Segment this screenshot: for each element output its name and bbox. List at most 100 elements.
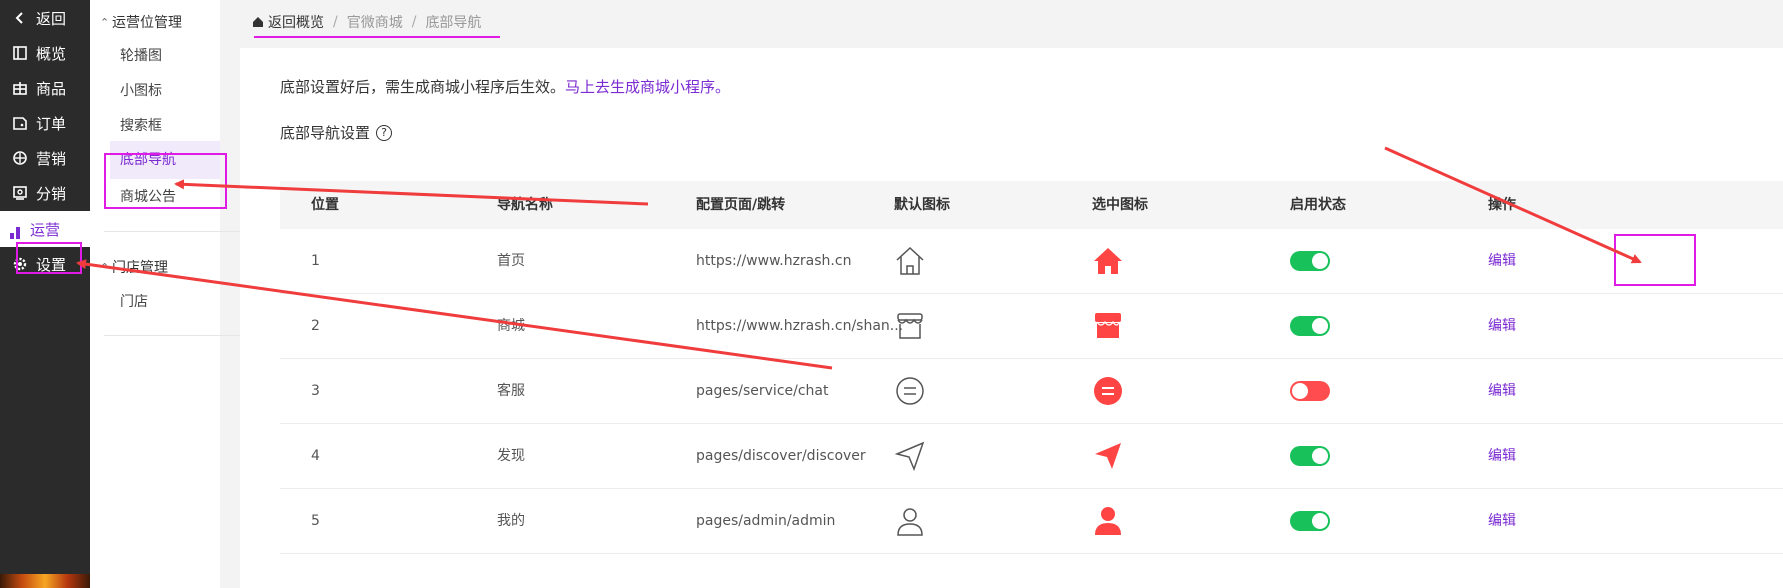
cell-position: 4 [311, 448, 320, 464]
submenu-item-small-icon[interactable]: 小图标 [120, 80, 162, 100]
sidebar-item-label: 分销 [36, 184, 67, 203]
section-title-label: 底部导航设置 [280, 124, 371, 142]
cell-page: pages/discover/discover [696, 448, 866, 464]
main-card: 底部设置好后，需生成商城小程序后生效。马上去生成商城小程序。 底部导航设置 ? … [240, 48, 1783, 588]
submenu-group-store[interactable]: ⌃ 门店管理 [100, 257, 168, 277]
edit-link-label[interactable]: 编辑 [1488, 383, 1516, 399]
table-row: 4 发现 pages/discover/discover 编辑 [280, 424, 1783, 489]
distribution-icon [12, 185, 28, 201]
edit-link-label[interactable]: 编辑 [1488, 513, 1516, 529]
submenu-item-search-box[interactable]: 搜索框 [120, 115, 162, 135]
sidebar-item-distribution[interactable]: 分销 [0, 175, 90, 211]
col-action: 操作 [1488, 197, 1516, 213]
cell-position: 2 [311, 318, 320, 334]
annotation-box-bottom-nav [104, 153, 227, 209]
sidebar-item-label: 运营 [30, 220, 61, 239]
submenu-item-store[interactable]: 门店 [120, 291, 148, 311]
marketing-icon [12, 150, 28, 166]
annotation-underline [254, 36, 500, 38]
cell-page: https://www.hzrash.cn/shan... [696, 318, 904, 334]
table-row: 5 我的 pages/admin/admin 编辑 [280, 489, 1783, 554]
section-title: 底部导航设置 ? [280, 122, 393, 143]
breadcrumb: 返回概览 / 官微商城 / 底部导航 [252, 12, 481, 32]
order-icon [12, 115, 28, 131]
cell-position: 3 [311, 383, 320, 399]
send-icon [894, 440, 926, 476]
edit-link[interactable]: 编辑 [1488, 294, 1516, 358]
submenu-group-label: 门店管理 [112, 260, 168, 276]
enable-toggle[interactable] [1290, 381, 1330, 401]
shop-icon [894, 310, 926, 346]
edit-link[interactable]: 编辑 [1488, 359, 1516, 423]
edit-link[interactable]: 编辑 [1488, 424, 1516, 488]
decorative-banner [0, 574, 90, 588]
cell-page: pages/admin/admin [696, 513, 836, 529]
annotation-box-operation [16, 242, 82, 274]
cell-name: 首页 [497, 253, 525, 269]
sidebar-item-label: 订单 [36, 114, 67, 133]
breadcrumb-item: 底部导航 [425, 15, 482, 31]
toggle-knob [1292, 383, 1308, 399]
chat-icon [894, 375, 926, 411]
breadcrumb-home-label: 返回概览 [268, 15, 324, 31]
sidebar-item-overview[interactable]: 概览 [0, 35, 90, 71]
operation-icon [10, 233, 14, 239]
sidebar-item-label: 营销 [36, 149, 67, 168]
cell-page: pages/service/chat [696, 383, 829, 399]
home-icon-selected [1092, 245, 1124, 281]
chat-icon-selected [1092, 375, 1124, 411]
breadcrumb-home[interactable]: 返回概览 [252, 12, 324, 32]
chevron-up-icon: ⌃ [100, 15, 110, 29]
cell-page: https://www.hzrash.cn [696, 253, 852, 269]
help-icon[interactable]: ? [376, 124, 393, 141]
edit-link[interactable]: 编辑 [1488, 229, 1516, 293]
sidebar-item-back[interactable]: 返回 [0, 0, 90, 36]
breadcrumb-item[interactable]: 官微商城 [347, 12, 403, 32]
cell-name: 商城 [497, 318, 525, 334]
breadcrumb-separator: / [333, 14, 338, 30]
toggle-knob [1312, 318, 1328, 334]
sidebar-item-goods[interactable]: 商品 [0, 70, 90, 106]
chevron-up-icon: ⌃ [100, 260, 110, 274]
toggle-knob [1312, 448, 1328, 464]
enable-toggle[interactable] [1290, 511, 1330, 531]
col-nav-name: 导航名称 [497, 197, 553, 213]
notice-message: 底部设置好后，需生成商城小程序后生效。 [280, 78, 566, 96]
main-sidebar: 返回 概览 商品 订单 营销 分销 运营 设置 [0, 0, 90, 588]
shop-icon-selected [1092, 310, 1124, 346]
table-row: 3 客服 pages/service/chat 编辑 [280, 359, 1783, 424]
table-row: 2 商城 https://www.hzrash.cn/shan... 编辑 [280, 294, 1783, 359]
table-header: 位置 导航名称 配置页面/跳转 默认图标 选中图标 启用状态 操作 [280, 181, 1783, 229]
edit-link[interactable]: 编辑 [1488, 489, 1516, 553]
send-icon-selected [1092, 440, 1124, 476]
enable-toggle[interactable] [1290, 316, 1330, 336]
user-icon-selected [1092, 505, 1124, 541]
generate-miniprogram-link[interactable]: 马上去生成商城小程序。 [565, 78, 730, 96]
breadcrumb-separator: / [411, 14, 417, 30]
enable-toggle[interactable] [1290, 251, 1330, 271]
cell-position: 1 [311, 253, 320, 269]
goods-icon [12, 80, 28, 96]
col-position: 位置 [311, 197, 339, 213]
edit-link-label[interactable]: 编辑 [1488, 318, 1516, 334]
submenu-item-carousel[interactable]: 轮播图 [120, 45, 162, 65]
cell-position: 5 [311, 513, 320, 529]
sidebar-item-marketing[interactable]: 营销 [0, 140, 90, 176]
home-icon [894, 245, 926, 281]
edit-link-label[interactable]: 编辑 [1488, 253, 1516, 269]
annotation-box-edit [1614, 234, 1696, 286]
enable-toggle[interactable] [1290, 446, 1330, 466]
submenu-group-label: 运营位管理 [112, 15, 182, 31]
toggle-knob [1312, 513, 1328, 529]
sidebar-item-label: 返回 [36, 9, 67, 28]
edit-link-label[interactable]: 编辑 [1488, 448, 1516, 464]
cell-name: 发现 [497, 448, 525, 464]
notice-text: 底部设置好后，需生成商城小程序后生效。马上去生成商城小程序。 [280, 76, 730, 97]
table-row: 1 首页 https://www.hzrash.cn 编辑 [280, 229, 1783, 294]
cell-name: 我的 [497, 513, 525, 529]
toggle-knob [1312, 253, 1328, 269]
sidebar-item-order[interactable]: 订单 [0, 105, 90, 141]
submenu-group-slots[interactable]: ⌃ 运营位管理 [100, 12, 182, 32]
home-icon [253, 17, 263, 27]
cell-name: 客服 [497, 383, 525, 399]
